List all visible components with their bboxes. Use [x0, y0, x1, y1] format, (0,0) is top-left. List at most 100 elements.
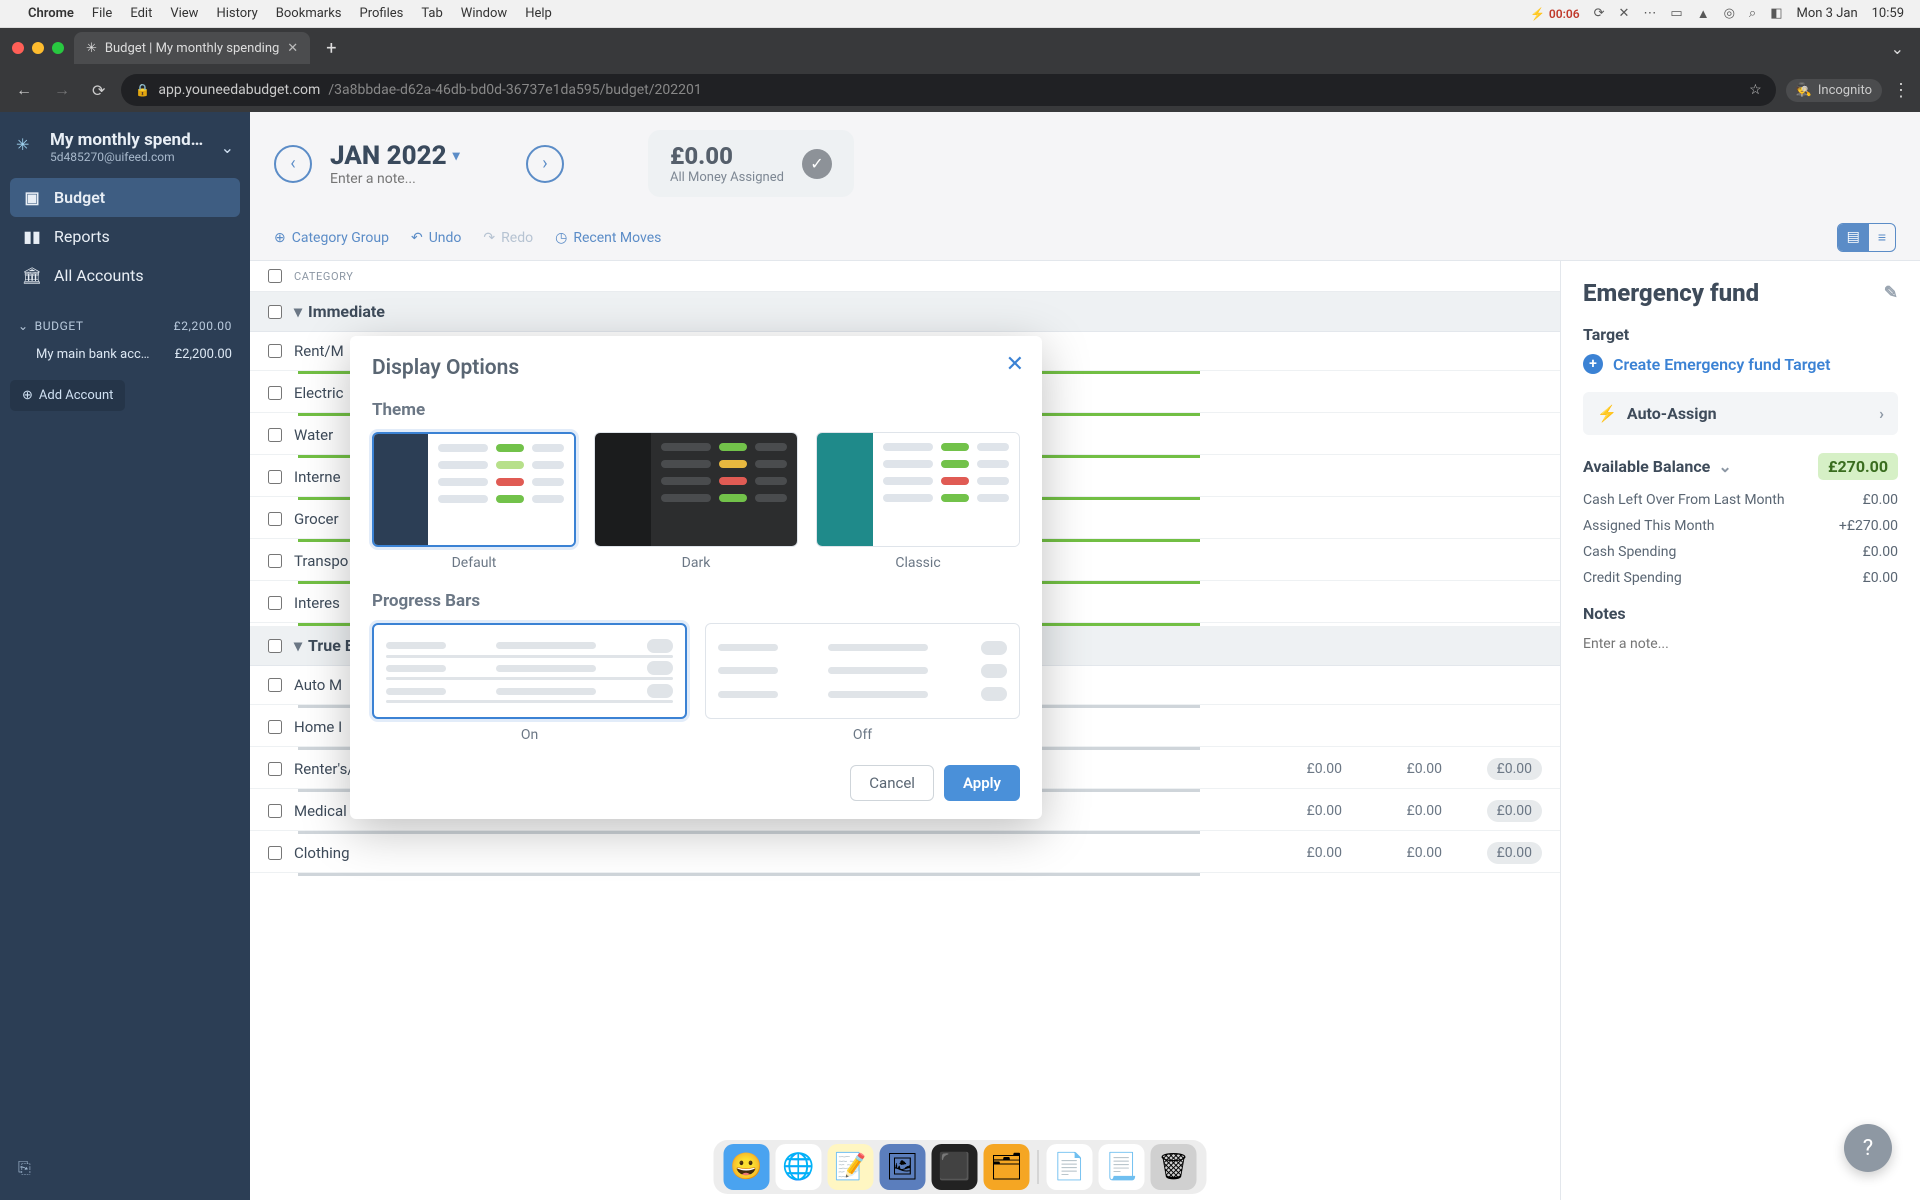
siri-icon[interactable]: ◧	[1770, 6, 1782, 21]
group-checkbox[interactable]	[268, 639, 282, 653]
chevron-down-icon[interactable]: ⌄	[1718, 457, 1731, 476]
nav-all-accounts[interactable]: 🏛 All Accounts	[10, 256, 240, 295]
address-bar[interactable]: 🔒 app.youneedabudget.com/3a8bbdae-d62a-4…	[121, 74, 1775, 106]
mac-menubar: Chrome File Edit View History Bookmarks …	[0, 0, 1920, 28]
cancel-button[interactable]: Cancel	[850, 765, 934, 801]
row-checkbox[interactable]	[268, 720, 282, 734]
row-checkbox[interactable]	[268, 846, 282, 860]
control-center-icon[interactable]: ◎	[1724, 6, 1735, 21]
edit-icon[interactable]: ✎	[1884, 283, 1898, 303]
menu-view[interactable]: View	[170, 6, 198, 21]
menu-bookmarks[interactable]: Bookmarks	[276, 6, 342, 21]
window-minimize[interactable]	[32, 42, 44, 54]
menu-tab[interactable]: Tab	[421, 6, 442, 21]
nav-budget[interactable]: ▣ Budget	[10, 178, 240, 217]
wifi-icon[interactable]: ▲	[1697, 6, 1710, 22]
menubar-date[interactable]: Mon 3 Jan	[1797, 6, 1858, 21]
dock-textedit[interactable]: 📄	[1047, 1144, 1093, 1190]
list-view-button[interactable]: ≡	[1869, 224, 1895, 251]
category-group-row[interactable]: ▾ Immediate	[250, 292, 1560, 332]
caret-down-icon[interactable]: ▾	[294, 636, 302, 655]
theme-option-classic[interactable]: Classic	[816, 432, 1020, 571]
dock-terminal[interactable]: ⬛	[932, 1144, 978, 1190]
dock-trash[interactable]: 🗑	[1151, 1144, 1197, 1190]
create-target-link[interactable]: + Create Emergency fund Target	[1583, 354, 1898, 374]
notes-input[interactable]	[1583, 636, 1898, 652]
row-checkbox[interactable]	[268, 470, 282, 484]
dock-notes[interactable]: 📝	[828, 1144, 874, 1190]
menu-history[interactable]: History	[216, 6, 257, 21]
menu-profiles[interactable]: Profiles	[360, 6, 404, 21]
dock-pages[interactable]: 📃	[1099, 1144, 1145, 1190]
caret-down-icon[interactable]: ▾	[294, 302, 302, 321]
add-account-button[interactable]: ⊕ Add Account	[10, 380, 125, 411]
browser-tab[interactable]: ✳ Budget | My monthly spending ✕	[74, 32, 310, 64]
progress-option-off[interactable]: Off	[705, 623, 1020, 743]
select-all-checkbox[interactable]	[268, 269, 282, 283]
modal-close-button[interactable]: ✕	[1006, 352, 1024, 377]
dock-chrome[interactable]: 🌐	[776, 1144, 822, 1190]
window-close[interactable]	[12, 42, 24, 54]
apply-button[interactable]: Apply	[944, 765, 1020, 801]
window-zoom[interactable]	[52, 42, 64, 54]
row-checkbox[interactable]	[268, 554, 282, 568]
progress-option-on[interactable]: On	[372, 623, 687, 743]
compact-view-button[interactable]: ▤	[1838, 224, 1869, 251]
group-checkbox[interactable]	[268, 305, 282, 319]
reports-icon: ▮▮	[22, 227, 42, 246]
prev-month-button[interactable]: ‹	[274, 145, 312, 183]
account-row[interactable]: My main bank acc… £2,200.00	[10, 339, 240, 370]
browser-menu[interactable]: ⋮	[1892, 80, 1910, 101]
dock-finder[interactable]: 😀	[724, 1144, 770, 1190]
budget-switcher[interactable]: ✳ My monthly spend… 5d485270@uifeed.com …	[10, 126, 240, 178]
dots-icon[interactable]: ⋯	[1643, 6, 1656, 21]
row-checkbox[interactable]	[268, 804, 282, 818]
forward-button[interactable]: →	[48, 74, 76, 106]
theme-option-dark[interactable]: Dark	[594, 432, 798, 571]
row-checkbox[interactable]	[268, 512, 282, 526]
menu-help[interactable]: Help	[525, 6, 552, 21]
category-row[interactable]: Clothing £0.00 £0.00 £0.00	[250, 834, 1560, 873]
battery-icon[interactable]: ▭	[1670, 6, 1682, 21]
activity-col: £0.00	[1342, 845, 1442, 861]
redo-icon: ↷	[483, 230, 495, 246]
row-checkbox[interactable]	[268, 678, 282, 692]
menubar-time[interactable]: 10:59	[1872, 6, 1904, 21]
row-checkbox[interactable]	[268, 762, 282, 776]
budget-section-header[interactable]: ⌄ BUDGET £2,200.00	[10, 313, 240, 339]
x-icon[interactable]: ✕	[1619, 6, 1630, 21]
theme-option-default[interactable]: Default	[372, 432, 576, 571]
battery-indicator[interactable]: ⚡00:06	[1530, 7, 1580, 21]
star-icon[interactable]: ☆	[1749, 82, 1762, 98]
tab-close[interactable]: ✕	[287, 41, 298, 56]
row-checkbox[interactable]	[268, 428, 282, 442]
row-checkbox[interactable]	[268, 344, 282, 358]
incognito-badge[interactable]: 🕵 Incognito	[1786, 79, 1882, 102]
menu-app[interactable]: Chrome	[28, 6, 74, 21]
ready-to-assign[interactable]: £0.00 All Money Assigned ✓	[648, 130, 854, 197]
add-category-group[interactable]: ⊕Category Group	[274, 230, 389, 246]
reload-button[interactable]: ⟳	[86, 75, 111, 106]
menu-file[interactable]: File	[92, 6, 112, 21]
new-tab-button[interactable]: +	[318, 34, 344, 63]
row-checkbox[interactable]	[268, 386, 282, 400]
nav-reports[interactable]: ▮▮ Reports	[10, 217, 240, 256]
redo-button[interactable]: ↷Redo	[483, 230, 533, 246]
help-fab[interactable]: ?	[1844, 1124, 1892, 1172]
menu-window[interactable]: Window	[461, 6, 507, 21]
row-checkbox[interactable]	[268, 596, 282, 610]
dock-app[interactable]: 🗂	[984, 1144, 1030, 1190]
tab-list-dropdown[interactable]: ⌄	[1883, 31, 1912, 66]
undo-button[interactable]: ↶Undo	[411, 230, 461, 246]
search-icon[interactable]: ⌕	[1749, 6, 1756, 21]
month-selector[interactable]: JAN 2022 ▾	[330, 141, 508, 171]
sync-icon[interactable]: ⟳	[1594, 6, 1605, 21]
menu-edit[interactable]: Edit	[130, 6, 152, 21]
collapse-sidebar-button[interactable]: ⎘	[10, 1150, 240, 1186]
month-note-input[interactable]	[330, 171, 508, 187]
recent-moves-button[interactable]: ◷Recent Moves	[555, 230, 661, 246]
back-button[interactable]: ←	[10, 74, 38, 106]
next-month-button[interactable]: ›	[526, 145, 564, 183]
auto-assign-button[interactable]: ⚡ Auto-Assign ›	[1583, 392, 1898, 435]
dock-preview[interactable]: 🖼	[880, 1144, 926, 1190]
